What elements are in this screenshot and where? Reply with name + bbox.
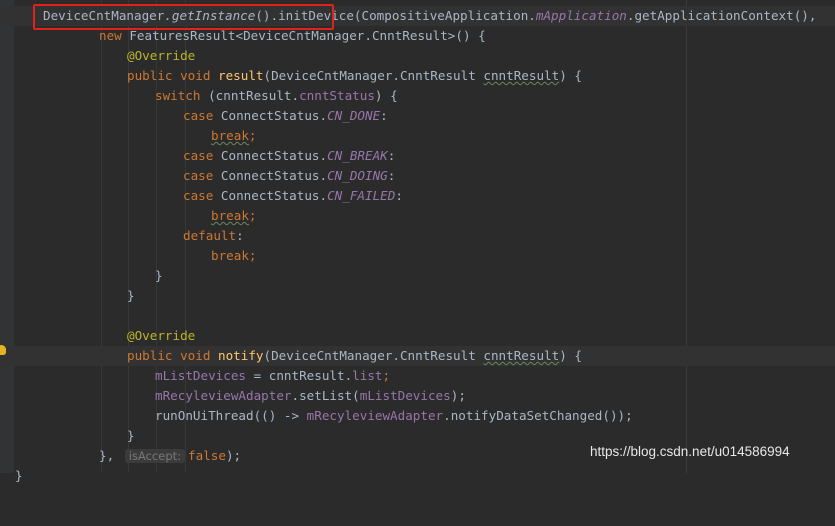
closing-brace: } [155, 268, 163, 283]
class-name: ConnectStatus. [213, 108, 328, 123]
code-line-8[interactable]: case ConnectStatus.CN_BREAK: [0, 146, 835, 166]
punctuation: : [387, 148, 396, 163]
method-call: .setList( [291, 388, 360, 403]
parameter-hint: isAccept: [124, 449, 186, 463]
code-line-9[interactable]: case ConnectStatus.CN_DOING: [0, 166, 835, 186]
class-name: ConnectStatus. [213, 188, 328, 203]
field: mRecyleviewAdapter [155, 388, 292, 403]
method-name: result [218, 68, 264, 83]
static-field: mApplication [535, 8, 627, 23]
field: mListDevices [359, 388, 451, 403]
method-call: .notifyDataSetChanged()); [443, 408, 633, 423]
code-line-4[interactable]: public void result(DeviceCntManager.Cnnt… [0, 66, 835, 86]
keyword: break [211, 128, 249, 143]
method-call: runOnUiThread(() -> [155, 408, 307, 423]
expression: (cnntResult. [200, 88, 300, 103]
code-line-3[interactable]: @Override [0, 46, 835, 66]
keyword: new [99, 28, 122, 43]
punctuation: ) { [559, 68, 582, 83]
code-line-17[interactable]: @Override [0, 326, 835, 346]
code-line-7[interactable]: break; [0, 126, 835, 146]
punctuation: ; [248, 248, 257, 263]
code-line-5[interactable]: switch (cnntResult.cnntStatus) { [0, 86, 835, 106]
lightbulb-icon[interactable] [0, 345, 6, 355]
field: cnntStatus [299, 88, 375, 103]
closing-brace: } [127, 428, 135, 443]
class-name: CompositiveApplication [361, 8, 529, 23]
code-line-13[interactable]: break; [0, 246, 835, 266]
punctuation: }, [99, 448, 122, 463]
punctuation: ) { [559, 348, 582, 363]
punctuation: : [395, 188, 403, 203]
punctuation: ); [225, 448, 242, 463]
keyword: case [183, 148, 214, 163]
code-line-14[interactable]: } [0, 266, 835, 286]
code-line-18[interactable]: public void notify(DeviceCntManager.Cnnt… [0, 346, 835, 366]
parameter-name: cnntResult [483, 68, 560, 83]
class-name: ConnectStatus. [213, 168, 328, 183]
keyword: switch [155, 88, 201, 103]
keyword: case [183, 108, 214, 123]
code-line-11[interactable]: break; [0, 206, 835, 226]
type-expression: FeaturesResult<DeviceCntManager.CnntResu… [121, 28, 486, 43]
closing-brace: } [127, 288, 135, 303]
punctuation: ; [382, 368, 391, 383]
annotation: @Override [127, 328, 196, 343]
punctuation: : [236, 228, 244, 243]
code-editor[interactable]: DeviceCntManager.getInstance().initDevic… [0, 0, 835, 483]
method-call: .getApplicationContext(), [626, 8, 817, 23]
parameter-type: (DeviceCntManager.CnntResult [263, 68, 484, 83]
keyword: public void [127, 68, 218, 83]
code-line-10[interactable]: case ConnectStatus.CN_FAILED: [0, 186, 835, 206]
punctuation: : [387, 168, 396, 183]
parameter-name: cnntResult [483, 348, 560, 363]
punctuation: : [380, 108, 388, 123]
code-line-12[interactable]: default: [0, 226, 835, 246]
code-line-15[interactable]: } [0, 286, 835, 306]
code-line-24[interactable]: } [0, 466, 835, 486]
enum-constant: CN_DONE [327, 108, 381, 123]
keyword: default [183, 228, 237, 243]
code-line-19[interactable]: mListDevices = cnntResult.list; [0, 366, 835, 386]
keyword: case [183, 168, 214, 183]
field: mRecyleviewAdapter [306, 408, 444, 423]
field: mListDevices [155, 368, 246, 383]
enum-constant: CN_DOING [327, 168, 388, 183]
parameter-type: (DeviceCntManager.CnntResult [263, 348, 484, 363]
punctuation: ) { [374, 88, 398, 103]
code-line-16[interactable] [0, 306, 835, 326]
keyword: false [188, 448, 226, 463]
keyword: case [183, 188, 214, 203]
keyword: break [211, 208, 249, 223]
keyword: public void [127, 348, 218, 363]
field: list [352, 368, 383, 383]
punctuation: ; [248, 208, 257, 223]
dot-operator: . [528, 8, 536, 23]
code-line-2[interactable]: new FeaturesResult<DeviceCntManager.Cnnt… [0, 26, 835, 46]
code-line-21[interactable]: runOnUiThread(() -> mRecyleviewAdapter.n… [0, 406, 835, 426]
enum-constant: CN_FAILED [327, 188, 396, 203]
annotation: @Override [127, 48, 196, 63]
expression: = cnntResult. [246, 368, 353, 383]
punctuation: ); [450, 388, 466, 403]
closing-brace: } [15, 468, 23, 483]
keyword: break [211, 248, 249, 263]
enum-constant: CN_BREAK [327, 148, 388, 163]
method-name: notify [218, 348, 264, 363]
class-name: ConnectStatus. [213, 148, 328, 163]
code-line-20[interactable]: mRecyleviewAdapter.setList(mListDevices)… [0, 386, 835, 406]
code-line-6[interactable]: case ConnectStatus.CN_DONE: [0, 106, 835, 126]
watermark: https://blog.csdn.net/u014586994 [590, 444, 790, 459]
code-line-22[interactable]: } [0, 426, 835, 446]
punctuation: ; [248, 128, 257, 143]
